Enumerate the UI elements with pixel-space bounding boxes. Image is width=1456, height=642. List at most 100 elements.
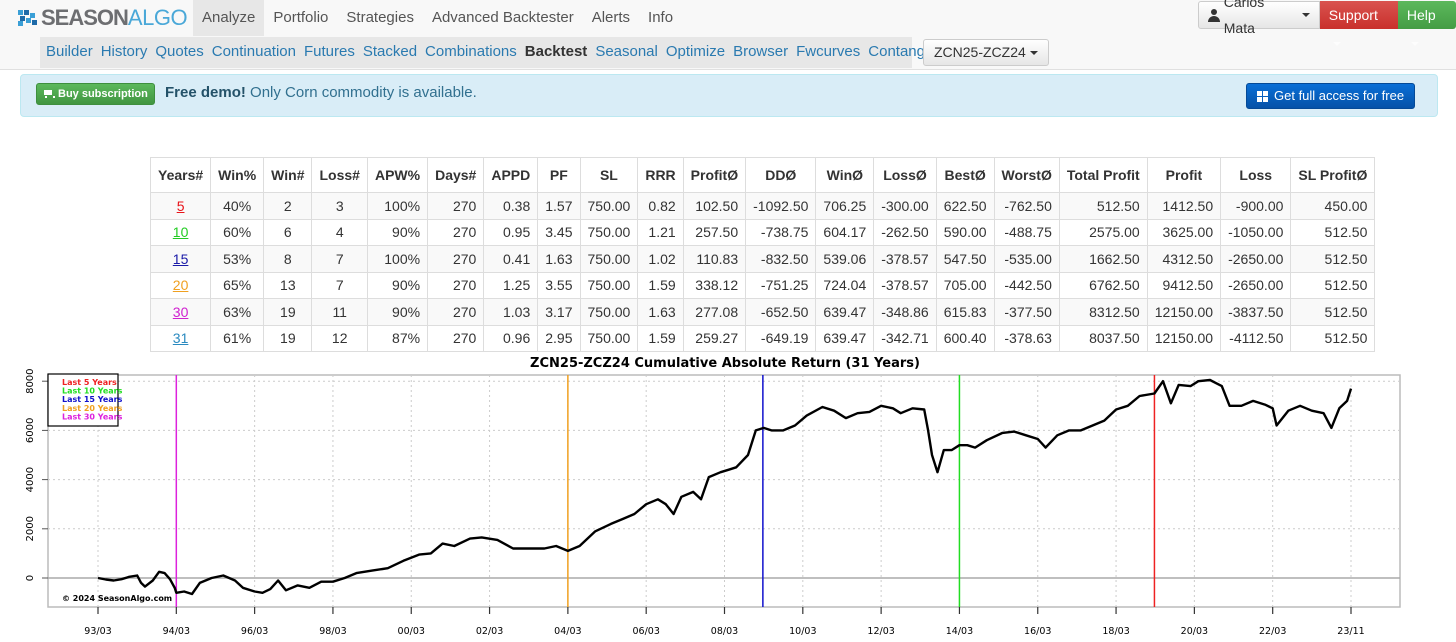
table-cell: 450.00 — [1290, 192, 1376, 220]
years-link[interactable]: 5 — [177, 198, 185, 214]
x-tick-label: 22/03 — [1259, 626, 1286, 637]
get-full-access-button[interactable]: Get full access for free — [1246, 83, 1416, 109]
table-cell: -348.86 — [873, 298, 937, 326]
sub-nav-history[interactable]: History — [98, 37, 151, 68]
table-cell: 705.00 — [935, 271, 995, 299]
column-header: Win# — [263, 157, 313, 193]
table-cell: 1662.50 — [1058, 245, 1148, 273]
table-cell: 11 — [311, 298, 368, 326]
column-header: WorstØ — [993, 157, 1060, 193]
table-cell: 60% — [210, 218, 265, 246]
buy-subscription-button[interactable]: Buy subscription — [36, 83, 155, 105]
table-cell: 19 — [263, 324, 313, 352]
get-full-access-label: Get full access for free — [1274, 88, 1405, 103]
table-cell: 61% — [210, 324, 265, 352]
backtest-stats-table: Years# Win% Win# Loss# APW% Days# APPD PF SL RRR P… — [149, 157, 1376, 352]
column-header: RRR — [637, 157, 684, 193]
help-menu-button[interactable]: Help — [1397, 1, 1456, 47]
table-cell: 270 — [427, 192, 485, 220]
table-cell: -751.25 — [745, 271, 817, 299]
table-cell: 6762.50 — [1058, 271, 1148, 299]
table-cell: 338.12 — [682, 271, 747, 299]
years-link[interactable]: 31 — [173, 330, 189, 346]
help-label: Help — [1406, 7, 1436, 23]
table-row: 5 40% 2 3 100% 270 0.38 1.57 750.00 0.82 102.50 -10… — [149, 192, 1376, 220]
column-header: APPD — [483, 157, 539, 193]
table-cell: 3 — [311, 192, 368, 220]
table-row: 31 61% 19 12 87% 270 0.96 2.95 750.00 1.59 259.27-… — [149, 324, 1376, 352]
sub-nav-backtest[interactable]: Backtest — [522, 37, 591, 68]
column-header: Win% — [210, 157, 265, 193]
column-header: Days# — [427, 157, 485, 193]
chart-title: ZCN25-ZCZ24 Cumulative Absolute Return (… — [530, 356, 920, 371]
table-cell: 110.83 — [682, 245, 747, 273]
y-tick-label: 0 — [25, 575, 36, 581]
shopping-cart-icon — [43, 89, 55, 99]
table-cell: 270 — [427, 298, 485, 326]
table-cell: 0.38 — [483, 192, 539, 220]
symbol-selector-dropdown[interactable]: ZCN25-ZCZ24 — [923, 39, 1049, 66]
years-link[interactable]: 20 — [173, 277, 189, 293]
column-header: WinØ — [815, 157, 875, 193]
x-tick-label: 08/03 — [711, 626, 738, 637]
support-menu-button[interactable]: Support — [1319, 1, 1398, 47]
years-link[interactable]: 15 — [173, 251, 189, 267]
column-header: Profit — [1146, 157, 1222, 193]
table-cell: -300.00 — [873, 192, 937, 220]
table-cell: 2 — [263, 192, 313, 220]
table-cell: -2650.00 — [1220, 271, 1292, 299]
symbol-selector-value: ZCN25-ZCZ24 — [934, 44, 1026, 60]
sub-nav-futures[interactable]: Futures — [301, 37, 358, 68]
user-name: Carlos Mata — [1223, 0, 1265, 36]
x-tick-label: 16/03 — [1024, 626, 1051, 637]
table-cell: -2650.00 — [1220, 245, 1292, 273]
main-nav-portfolio[interactable]: Portfolio — [264, 0, 337, 36]
sub-nav-combinations[interactable]: Combinations — [422, 37, 520, 68]
table-cell: -342.71 — [873, 324, 937, 352]
table-cell: 1.57 — [537, 192, 581, 220]
years-link[interactable]: 10 — [173, 224, 189, 240]
y-tick-label: 8000 — [25, 368, 36, 393]
table-cell: 615.83 — [935, 298, 995, 326]
table-cell: 13 — [263, 271, 313, 299]
sub-nav-builder[interactable]: Builder — [40, 37, 96, 68]
main-nav-info[interactable]: Info — [639, 0, 682, 36]
table-cell: -488.75 — [993, 218, 1060, 246]
sub-nav-quotes[interactable]: Quotes — [152, 37, 206, 68]
user-menu-button[interactable]: Carlos Mata — [1198, 0, 1320, 36]
buy-subscription-label: Buy subscription — [58, 88, 148, 100]
main-nav-analyze[interactable]: Analyze — [193, 0, 265, 36]
main-nav-strategies[interactable]: Strategies — [337, 0, 423, 36]
user-icon — [1208, 8, 1220, 22]
column-header: DDØ — [745, 157, 817, 193]
y-tick-label: 4000 — [25, 467, 36, 492]
sub-nav-continuation[interactable]: Continuation — [209, 37, 299, 68]
caret-down-icon — [1410, 42, 1419, 47]
table-cell: 63% — [210, 298, 265, 326]
sub-nav-seasonal[interactable]: Seasonal — [592, 37, 661, 68]
table-cell: 7 — [311, 245, 368, 273]
table-row: 30 63% 19 11 90% 270 1.03 3.17 750.00 1.63 277.08-… — [149, 298, 1376, 326]
table-cell: -3837.50 — [1220, 298, 1292, 326]
table-cell: 512.50 — [1290, 271, 1376, 299]
x-tick-label: 96/03 — [241, 626, 268, 637]
sub-nav-browser[interactable]: Browser — [730, 37, 791, 68]
sub-nav-optimize[interactable]: Optimize — [663, 37, 728, 68]
table-cell: 12150.00 — [1146, 298, 1222, 326]
table-cell: -762.50 — [993, 192, 1060, 220]
column-header: Loss# — [311, 157, 368, 193]
sub-nav-fwcurves[interactable]: Fwcurves — [793, 37, 863, 68]
table-cell: 3625.00 — [1146, 218, 1222, 246]
table-cell: 1.59 — [637, 324, 684, 352]
caret-down-icon — [1029, 51, 1038, 56]
demo-alert-banner: Buy subscription Free demo! Only Corn co… — [20, 74, 1438, 117]
brand-logo[interactable]: SEASON ALGO — [18, 5, 188, 31]
column-header: PF — [537, 157, 581, 193]
table-cell: 539.06 — [815, 245, 875, 273]
table-cell: 2.95 — [537, 324, 581, 352]
main-nav-alerts[interactable]: Alerts — [583, 0, 639, 36]
main-nav-advanced-backtester[interactable]: Advanced Backtester — [423, 0, 583, 36]
years-link[interactable]: 30 — [173, 304, 189, 320]
sub-nav-stacked[interactable]: Stacked — [360, 37, 420, 68]
table-cell: -378.57 — [873, 245, 937, 273]
